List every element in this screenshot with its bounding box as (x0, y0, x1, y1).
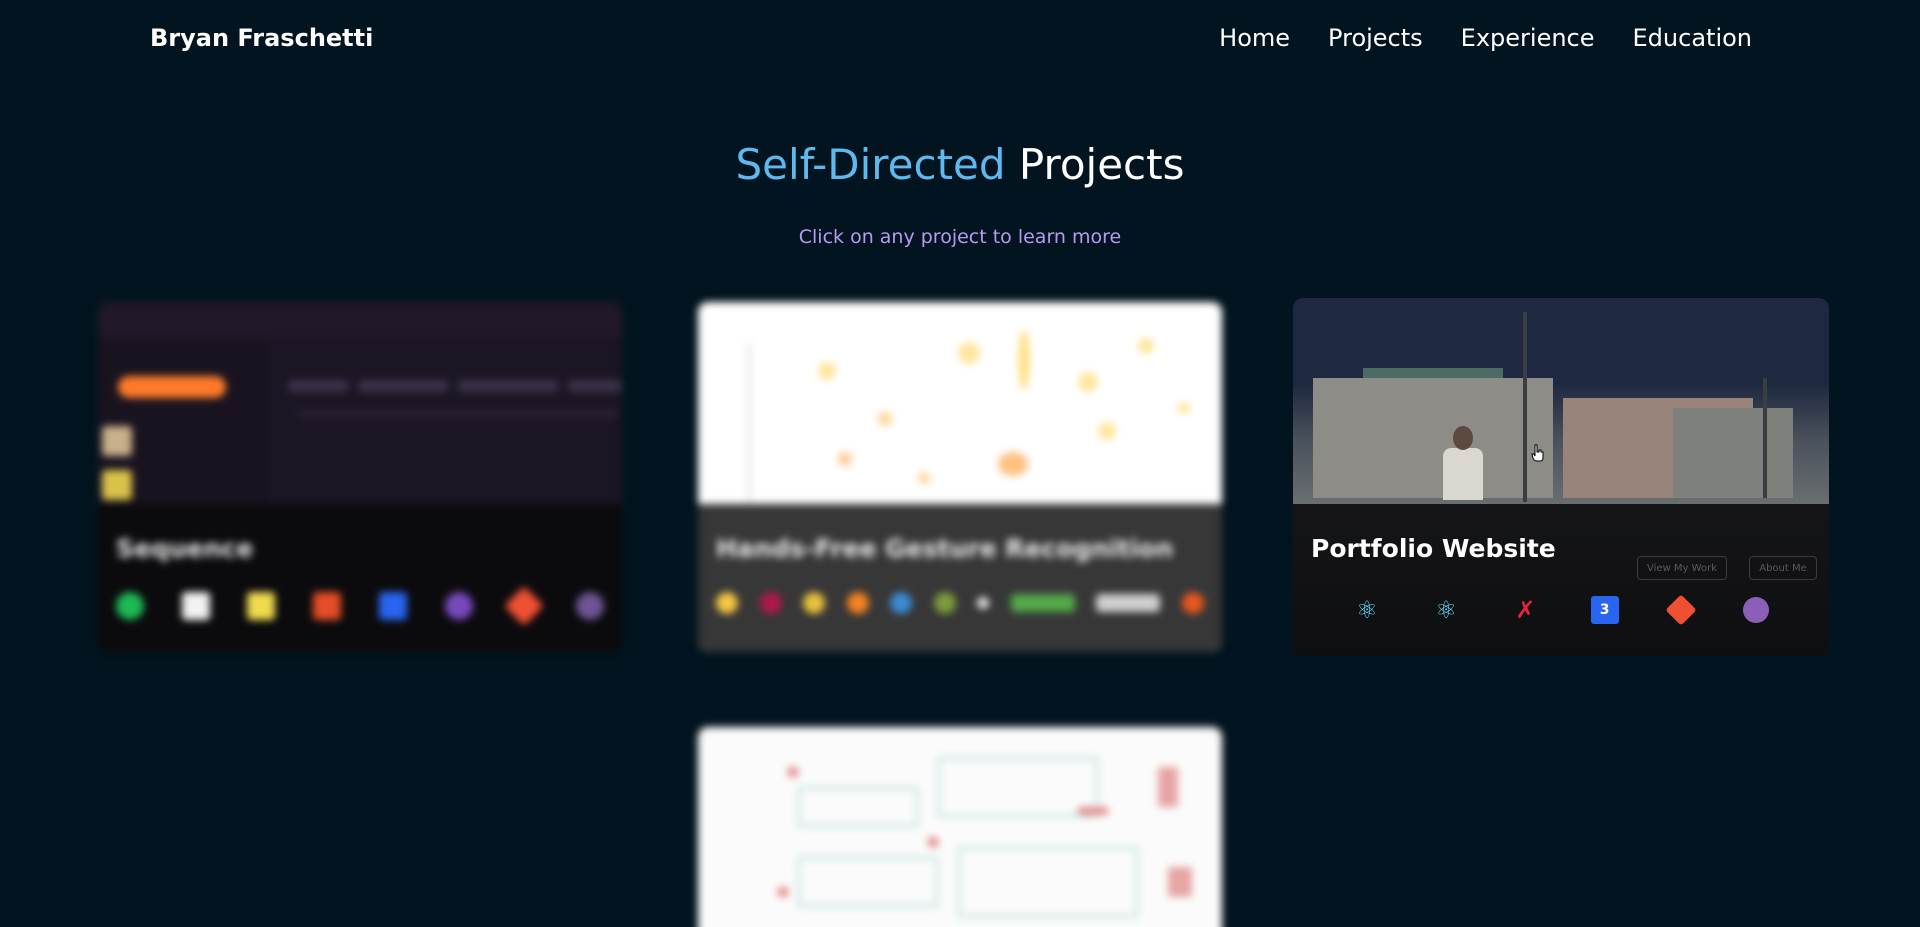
css3-icon (378, 592, 407, 620)
spotify-icon (116, 592, 144, 620)
python-notebook-icon (803, 592, 826, 614)
js-icon (247, 592, 276, 620)
project-card-sequence[interactable]: Sequence (98, 302, 622, 652)
git-icon (504, 586, 545, 626)
redux-icon (444, 592, 473, 620)
tech-stack-row (116, 586, 604, 626)
section-title-rest: Projects (1018, 140, 1185, 189)
project-card-footer: Hands-Free Gesture Recognition (698, 504, 1222, 652)
github-icon (575, 592, 604, 620)
keras-icon (1096, 594, 1161, 612)
pandas-icon (1010, 594, 1075, 612)
project-title: Sequence (116, 534, 254, 563)
nav-link-projects[interactable]: Projects (1328, 24, 1423, 52)
nav-link-education[interactable]: Education (1633, 24, 1752, 52)
project-card-gesture-recognition[interactable]: Hands-Free Gesture Recognition (698, 302, 1222, 652)
jupyter-icon (759, 592, 782, 614)
react-bootstrap-icon: ⚛ (1435, 596, 1457, 624)
matplotlib-icon (933, 592, 956, 614)
project-card-circuit[interactable] (698, 727, 1222, 927)
css3-icon: 3 (1590, 596, 1619, 624)
react-icon: ⚛ (1356, 596, 1378, 624)
hand-pointer-cursor-icon (1531, 444, 1544, 462)
project-title: Portfolio Website (1311, 534, 1556, 563)
git-icon (1181, 592, 1204, 614)
project-card-portfolio-website[interactable]: Portfolio Website View My Work About Me … (1293, 298, 1829, 656)
tech-stack-row: ⚛ ⚛ ✗ 3 (1353, 594, 1769, 626)
project-title: Hands-Free Gesture Recognition (716, 534, 1174, 563)
section-subtitle: Click on any project to learn more (798, 226, 1122, 248)
github-icon (1742, 597, 1769, 623)
python-icon (716, 592, 738, 614)
section-title-accent: Self-Directed (735, 140, 1006, 189)
gcp-icon (181, 592, 210, 620)
preview-about-me-button: About Me (1749, 556, 1817, 580)
tensorflow-icon (846, 592, 869, 614)
framer-motion-icon: ✗ (1515, 596, 1536, 624)
project-card-footer: Sequence (98, 504, 622, 652)
project-preview-image (698, 727, 1222, 927)
sklearn-icon (890, 592, 913, 614)
numpy-icon (977, 597, 990, 609)
nav-links: Home Projects Experience Education (1219, 24, 1752, 52)
nav-link-home[interactable]: Home (1219, 24, 1290, 52)
nav-link-experience[interactable]: Experience (1461, 24, 1595, 52)
project-card-footer: Portfolio Website View My Work About Me … (1293, 504, 1829, 656)
html5-icon (313, 592, 342, 620)
tech-stack-row (716, 592, 1204, 614)
git-icon (1665, 594, 1697, 626)
preview-view-work-button: View My Work (1637, 556, 1727, 580)
section-title: Self-Directed Projects (0, 140, 1920, 189)
brand-name[interactable]: Bryan Fraschetti (150, 24, 373, 52)
top-navbar: Bryan Fraschetti Home Projects Experienc… (0, 0, 1920, 80)
